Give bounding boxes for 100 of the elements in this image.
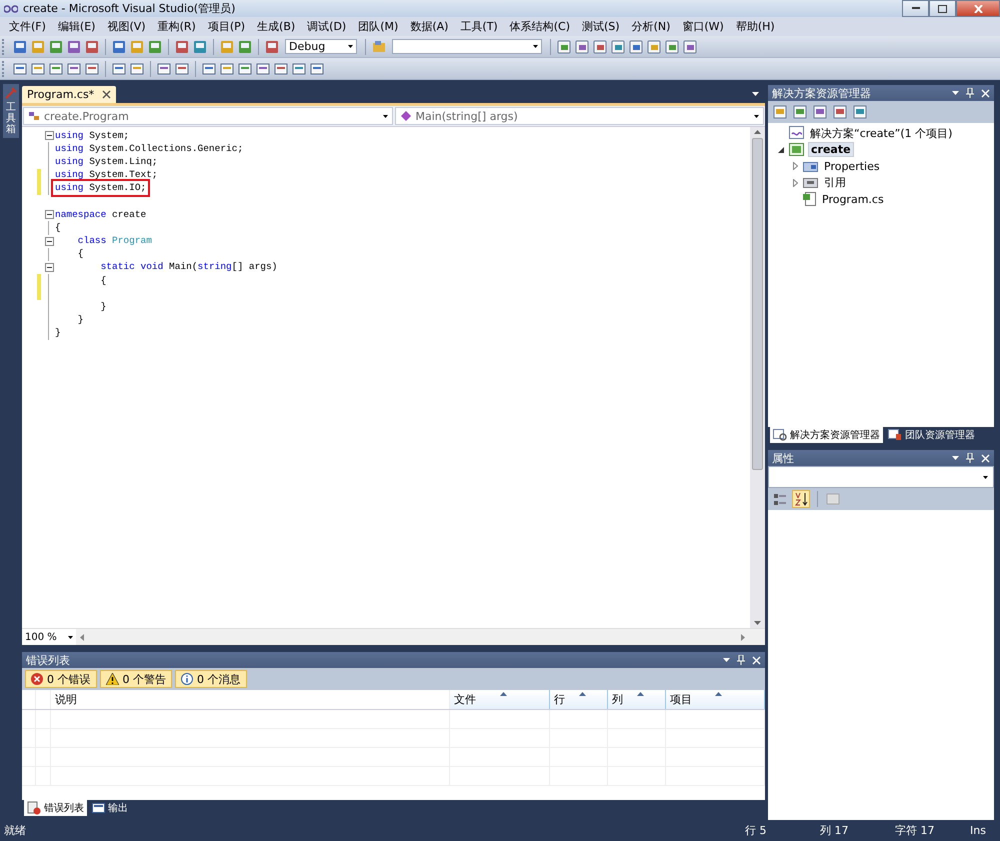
menu-item[interactable]: 工具(T) [454, 19, 504, 34]
column-header[interactable]: 列 [608, 690, 666, 709]
dropdown-arrow-icon [382, 114, 388, 118]
panel-title: 错误列表 [26, 652, 70, 668]
tree-item[interactable]: 引用 [822, 175, 848, 190]
dropdown-arrow-icon [533, 45, 538, 48]
code-line: class Program [76, 235, 153, 248]
menu-item[interactable]: 数据(A) [404, 19, 454, 34]
code-line: using System.Linq; [54, 156, 159, 168]
type-dropdown[interactable]: create.Program [23, 107, 392, 125]
scroll-up-icon[interactable] [754, 130, 761, 134]
code-line: } [54, 327, 62, 340]
tree-item[interactable]: Program.cs [820, 192, 886, 206]
code-line: { [76, 248, 85, 260]
insert-mode-indicator: Ins [970, 824, 987, 837]
close-icon[interactable] [102, 90, 112, 99]
sort-alphabetical-icon[interactable] [792, 490, 810, 508]
tree-item[interactable]: 解决方案“create”(1 个项目) [808, 126, 954, 141]
team-icon [888, 429, 902, 441]
maximize-button[interactable] [929, 0, 956, 17]
scroll-right-icon[interactable] [741, 634, 745, 640]
filter-button[interactable]: 0 个警告 [100, 670, 172, 688]
configuration-dropdown[interactable]: Debug [285, 39, 357, 54]
collapse-icon[interactable] [44, 131, 54, 140]
status-message: 就绪 [4, 823, 26, 838]
warning-icon [106, 673, 118, 685]
collapse-icon[interactable] [44, 236, 54, 246]
member-dropdown[interactable]: Main(string[] args) [394, 107, 764, 125]
code-line: using System.Text; [54, 169, 159, 182]
dropdown-arrow-icon [983, 476, 988, 478]
panel-tab[interactable]: 解决方案资源管理器 [770, 427, 883, 443]
menu-item[interactable]: 视图(V) [101, 19, 152, 34]
toolbox-tab[interactable]: 工具箱 [3, 84, 19, 138]
column-indicator: 列 17 [820, 823, 850, 838]
code-file-icon [803, 192, 817, 207]
menu-item[interactable]: 生成(B) [251, 19, 302, 34]
column-header[interactable]: 行 [550, 690, 608, 709]
search-combo-field[interactable] [392, 39, 542, 54]
dropdown-arrow-icon[interactable] [952, 91, 959, 95]
maximize-icon [938, 4, 947, 12]
panel-tab[interactable]: 团队资源管理器 [885, 427, 978, 443]
dropdown-arrow-icon[interactable] [952, 456, 959, 460]
categorized-icon[interactable] [772, 491, 788, 507]
solution-icon [789, 126, 805, 140]
code-line: { [100, 274, 108, 287]
method-icon [400, 110, 412, 122]
sort-arrow-icon [578, 692, 586, 696]
expander-icon[interactable] [776, 146, 786, 153]
wrench-icon [5, 87, 17, 99]
column-header[interactable]: 项目 [666, 690, 765, 709]
window-title: create - Microsoft Visual Studio(管理员) [23, 1, 236, 16]
info-icon [181, 673, 193, 685]
dropdown-arrow-icon[interactable] [752, 92, 759, 96]
menu-item[interactable]: 重构(R) [152, 19, 202, 34]
code-line: using System.IO; [54, 182, 148, 194]
pin-icon[interactable] [966, 88, 974, 98]
zoom-dropdown[interactable]: 100 % [22, 629, 76, 645]
filter-button[interactable]: 0 个错误 [25, 670, 96, 688]
code-line: } [76, 314, 85, 326]
dropdown-arrow-icon [68, 636, 73, 638]
menu-item[interactable]: 体系结构(C) [504, 19, 576, 34]
menu-item[interactable]: 帮助(H) [730, 19, 781, 34]
panel-tab[interactable]: 输出 [89, 800, 131, 816]
scroll-left-icon[interactable] [80, 634, 84, 640]
column-header[interactable]: 文件 [450, 690, 550, 709]
menu-item[interactable]: 项目(P) [202, 19, 252, 34]
menu-item[interactable]: 分析(N) [626, 19, 676, 34]
class-icon [28, 110, 41, 122]
tree-item[interactable]: Properties [822, 160, 882, 173]
minimize-icon [912, 7, 920, 10]
close-icon [974, 4, 982, 12]
menu-item[interactable]: 窗口(W) [676, 19, 730, 34]
document-tab[interactable]: Program.cs* [22, 86, 116, 103]
menu-item[interactable]: 测试(S) [576, 19, 626, 34]
scroll-down-icon[interactable] [754, 621, 761, 625]
menu-item[interactable]: 调试(D) [301, 19, 352, 34]
find-icon[interactable] [371, 38, 387, 54]
output-window-icon [92, 802, 105, 814]
pin-icon[interactable] [737, 655, 745, 665]
code-line: static void Main(string[] args) [100, 261, 278, 274]
folder-icon [803, 176, 819, 190]
panel-tab[interactable]: 错误列表 [24, 800, 87, 816]
app-logo-icon [4, 4, 18, 12]
tree-item[interactable]: create [808, 142, 854, 158]
char-indicator: 字符 17 [895, 823, 936, 838]
close-button[interactable] [956, 0, 1000, 17]
filter-button[interactable]: 0 个消息 [175, 670, 246, 688]
menu-item[interactable]: 团队(M) [352, 19, 404, 34]
collapse-icon[interactable] [44, 210, 54, 220]
minimize-button[interactable] [902, 0, 929, 17]
line-indicator: 行 5 [745, 823, 768, 838]
menu-item[interactable]: 文件(F) [3, 19, 52, 34]
project-icon [789, 142, 805, 157]
collapse-icon[interactable] [44, 262, 54, 272]
panel-title: 解决方案资源管理器 [772, 86, 871, 100]
dropdown-arrow-icon[interactable] [723, 658, 730, 662]
vertical-scrollbar[interactable] [750, 127, 765, 628]
pin-icon[interactable] [966, 453, 974, 463]
menu-item[interactable]: 编辑(E) [52, 19, 102, 34]
dropdown-arrow-icon [754, 114, 759, 118]
